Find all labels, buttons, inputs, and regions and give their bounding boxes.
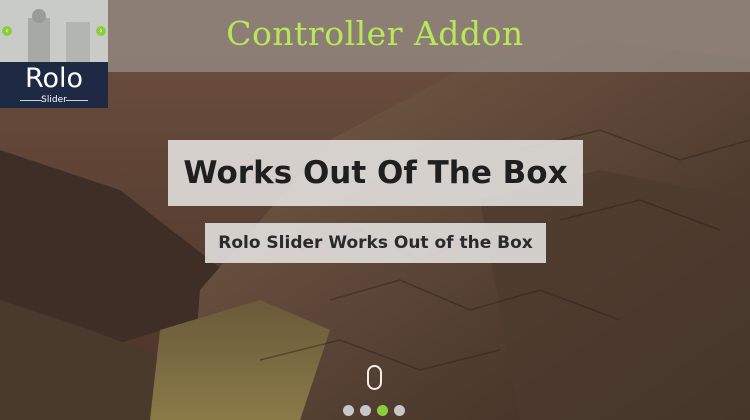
pagination-dot-3[interactable] [377,405,388,416]
pagination-dot-1[interactable] [343,405,354,416]
slide-subtitle: Rolo Slider Works Out of the Box [218,233,533,253]
logo-sub-text: Slider [41,95,67,105]
thumbnail-image[interactable] [0,0,108,62]
chevron-left-icon[interactable]: ‹ [2,26,12,36]
logo-main-text: Rolo [24,63,84,94]
slide-title-box: Works Out Of The Box [168,140,583,206]
pagination-dot-2[interactable] [360,405,371,416]
chevron-right-icon[interactable]: › [96,26,106,36]
addon-title: Controller Addon [226,14,524,53]
slider-stage: Controller Addon ‹ › Rolo Slider Works O… [0,0,750,420]
mouse-scroll-icon[interactable] [367,365,382,390]
thumbnail-panel[interactable]: ‹ › Rolo Slider [0,0,108,108]
rolo-slider-logo: Rolo Slider [0,62,108,108]
logo-rule-right [66,100,88,101]
thumbnail-preview [0,0,108,62]
pagination-dots [343,405,405,417]
slide-subtitle-box: Rolo Slider Works Out of the Box [205,223,546,263]
slide-title: Works Out Of The Box [183,155,568,191]
pagination-dot-4[interactable] [394,405,405,416]
